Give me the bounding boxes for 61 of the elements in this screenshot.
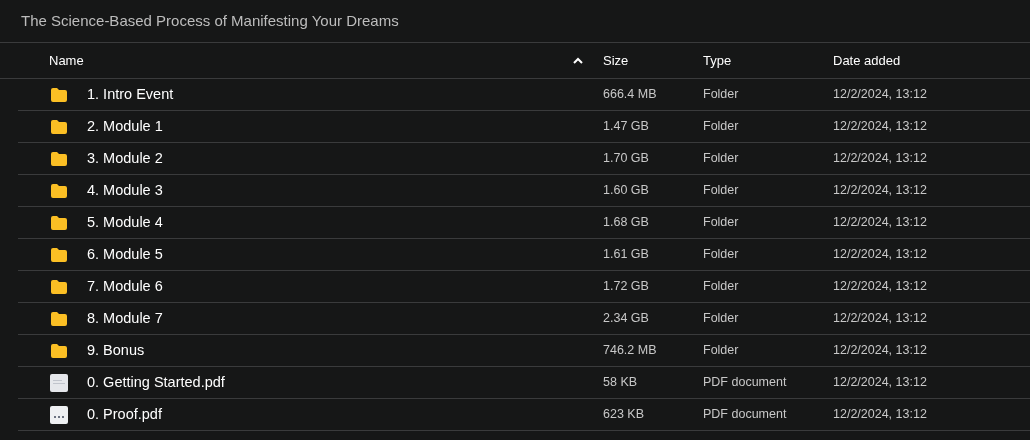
file-name[interactable]: 9. Bonus bbox=[87, 339, 145, 362]
file-name[interactable]: 3. Module 2 bbox=[87, 147, 163, 170]
file-type: Folder bbox=[703, 246, 740, 264]
file-size: 1.60 GB bbox=[603, 182, 650, 200]
file-size: 666.4 MB bbox=[603, 86, 658, 104]
folder-icon bbox=[50, 150, 68, 167]
file-size: 623 KB bbox=[603, 406, 645, 424]
file-type: PDF document bbox=[703, 406, 788, 424]
column-header[interactable]: Size bbox=[603, 50, 629, 71]
file-type: Folder bbox=[703, 86, 740, 104]
document-thumbnail-icon bbox=[50, 373, 68, 392]
date-added: 12/2/2024, 13:12 bbox=[833, 86, 927, 104]
folder-title: The Science-Based Process of Manifesting Your Dreams bbox=[21, 10, 399, 31]
file-name[interactable]: 4. Module 3 bbox=[87, 179, 163, 202]
file-name[interactable]: 8. Module 7 bbox=[87, 307, 163, 330]
file-type: Folder bbox=[703, 278, 740, 296]
date-added: 12/2/2024, 13:12 bbox=[833, 182, 927, 200]
file-type: Folder bbox=[703, 310, 740, 328]
folder-icon bbox=[50, 310, 68, 327]
date-added: 12/2/2024, 13:12 bbox=[833, 150, 927, 168]
file-type: Folder bbox=[703, 214, 740, 232]
document-thumbnail-icon bbox=[50, 405, 68, 424]
file-size: 746.2 MB bbox=[603, 342, 658, 360]
file-type: PDF document bbox=[703, 374, 788, 392]
file-name[interactable]: 5. Module 4 bbox=[87, 211, 163, 234]
date-added: 12/2/2024, 13:12 bbox=[833, 406, 927, 424]
file-type: Folder bbox=[703, 182, 740, 200]
file-name[interactable]: 1. Intro Event bbox=[87, 83, 174, 106]
folder-icon bbox=[50, 278, 68, 295]
date-added: 12/2/2024, 13:12 bbox=[833, 310, 927, 328]
file-name[interactable]: 7. Module 6 bbox=[87, 275, 163, 298]
file-size: 1.61 GB bbox=[603, 246, 650, 264]
folder-icon bbox=[50, 246, 68, 263]
file-type: Folder bbox=[703, 150, 740, 168]
file-size: 58 KB bbox=[603, 374, 639, 392]
file-name[interactable]: 0. Proof.pdf bbox=[87, 403, 162, 426]
file-name[interactable]: 6. Module 5 bbox=[87, 243, 163, 266]
file-size: 1.47 GB bbox=[603, 118, 650, 136]
date-added: 12/2/2024, 13:12 bbox=[833, 214, 927, 232]
column-header[interactable]: Type bbox=[703, 50, 732, 71]
folder-icon bbox=[50, 118, 68, 135]
file-size: 1.70 GB bbox=[603, 150, 650, 168]
date-added: 12/2/2024, 13:12 bbox=[833, 342, 927, 360]
column-header[interactable]: Date added bbox=[833, 50, 901, 71]
file-size: 1.72 GB bbox=[603, 278, 650, 296]
date-added: 12/2/2024, 13:12 bbox=[833, 374, 927, 392]
file-size: 1.68 GB bbox=[603, 214, 650, 232]
folder-icon bbox=[50, 214, 68, 231]
file-type: Folder bbox=[703, 118, 740, 136]
file-type: Folder bbox=[703, 342, 740, 360]
column-header[interactable]: Name bbox=[49, 50, 84, 71]
date-added: 12/2/2024, 13:12 bbox=[833, 246, 927, 264]
folder-icon bbox=[50, 182, 68, 199]
date-added: 12/2/2024, 13:12 bbox=[833, 278, 927, 296]
date-added: 12/2/2024, 13:12 bbox=[833, 118, 927, 136]
folder-icon bbox=[50, 86, 68, 103]
sort-ascending-icon[interactable] bbox=[573, 57, 583, 64]
file-size: 2.34 GB bbox=[603, 310, 650, 328]
folder-icon bbox=[50, 342, 68, 359]
file-name[interactable]: 0. Getting Started.pdf bbox=[87, 371, 225, 394]
file-name[interactable]: 2. Module 1 bbox=[87, 115, 163, 138]
